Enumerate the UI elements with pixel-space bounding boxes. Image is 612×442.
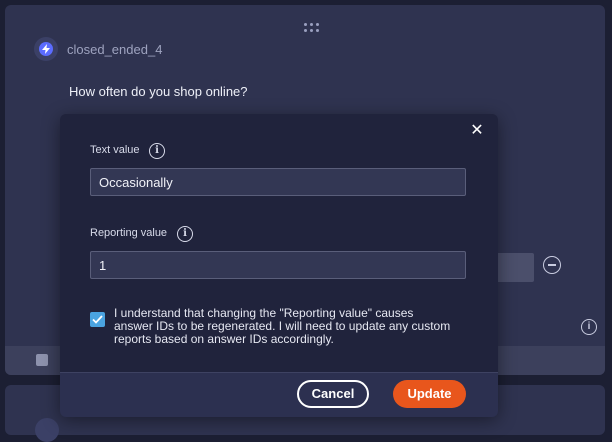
question-type-icon [34, 37, 58, 61]
question-id: closed_ended_4 [67, 42, 163, 57]
remove-answer-icon[interactable] [543, 256, 561, 274]
reporting-value-input[interactable]: 1 [90, 251, 466, 279]
question-type-icon [35, 418, 59, 442]
lightning-bolt-icon [39, 42, 53, 56]
cancel-button[interactable]: Cancel [297, 380, 369, 408]
modal-footer: Cancel Update [60, 372, 498, 417]
drag-handle-icon[interactable] [304, 23, 320, 33]
info-icon[interactable]: i [149, 143, 165, 159]
close-icon[interactable]: ✕ [470, 123, 484, 139]
text-value-input[interactable]: Occasionally [90, 168, 466, 196]
answer-input-edge[interactable] [496, 253, 534, 282]
question-text: How often do you shop online? [69, 84, 248, 99]
info-icon[interactable]: i [581, 319, 597, 335]
acknowledge-checkbox[interactable] [90, 312, 105, 327]
info-icon[interactable]: i [177, 226, 193, 242]
text-value-label: Text value [90, 144, 140, 156]
checkmark-icon [92, 315, 103, 324]
edit-answer-modal: ✕ Text value i Occasionally Reporting va… [60, 114, 498, 417]
note-icon[interactable] [36, 354, 48, 366]
update-button[interactable]: Update [393, 380, 466, 408]
disclaimer-text: I understand that changing the "Reportin… [114, 306, 451, 346]
reporting-value-label: Reporting value [90, 227, 168, 239]
